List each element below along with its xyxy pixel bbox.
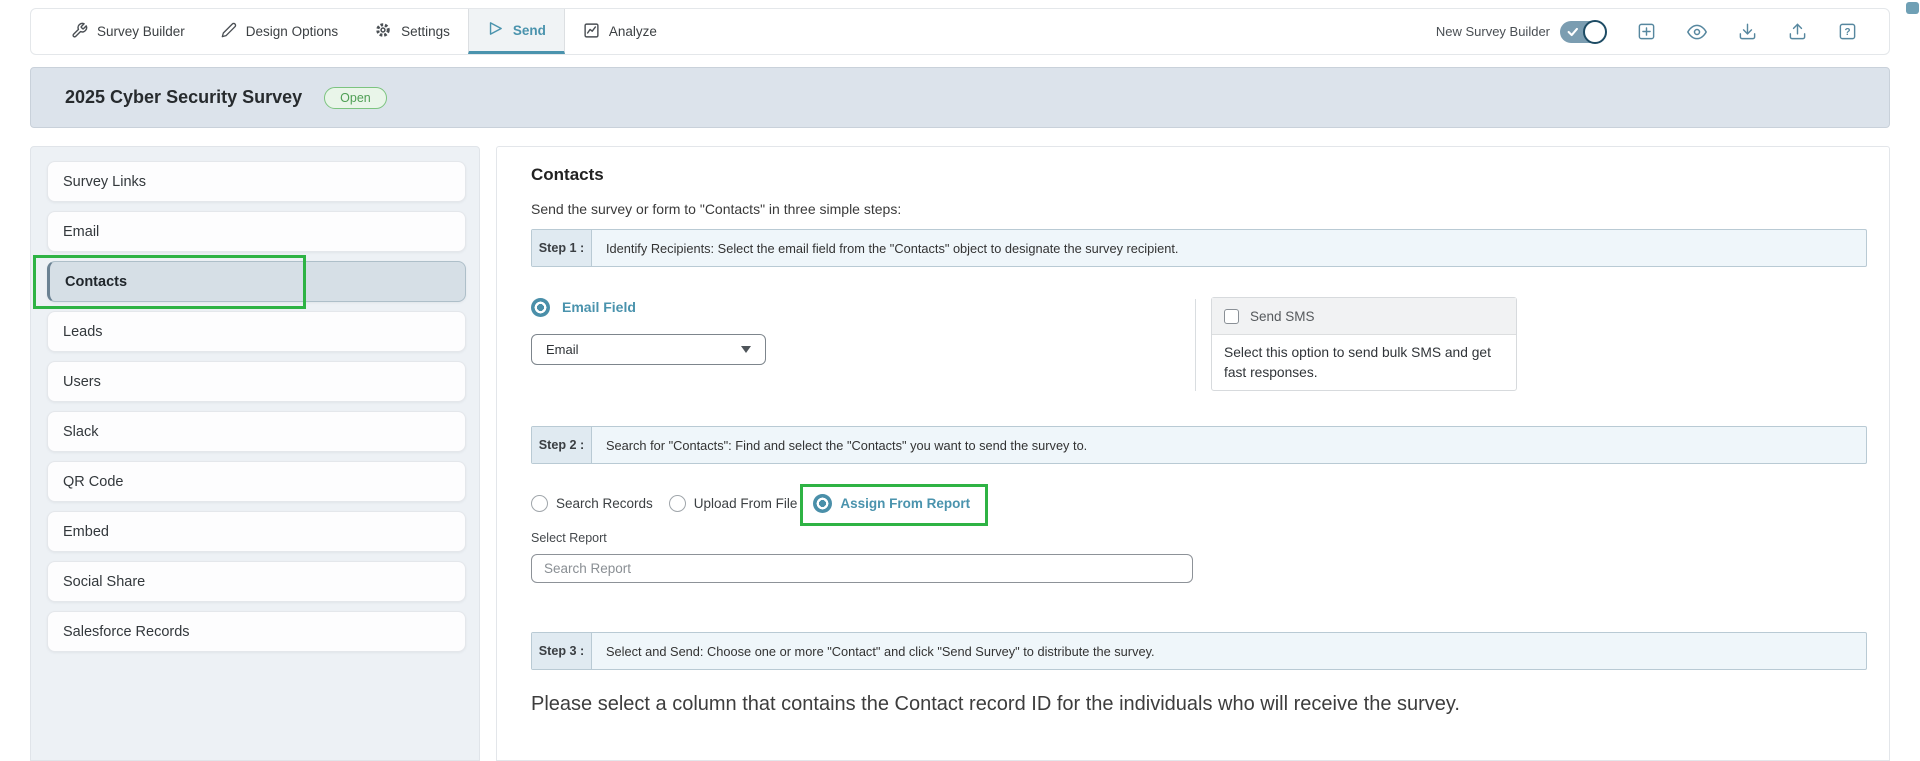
- tab-label: Analyze: [608, 24, 657, 39]
- tab-design-options[interactable]: Design Options: [203, 9, 356, 54]
- email-field-radio[interactable]: [531, 297, 550, 317]
- step-3-bar: Step 3 : Select and Send: Choose one or …: [531, 632, 1867, 670]
- email-field-option[interactable]: Email Field: [531, 295, 636, 319]
- scrollbar-thumb[interactable]: [1906, 2, 1919, 14]
- status-badge: Open: [324, 86, 387, 109]
- nav-actions: New Survey Builder ?: [1436, 9, 1889, 54]
- step-2-bar: Step 2 : Search for "Contacts": Find and…: [531, 426, 1867, 464]
- page: Survey Builder Design Options Settings S…: [0, 0, 1920, 761]
- sidebar-item-email[interactable]: Email: [47, 211, 466, 252]
- send-sms-header: Send SMS: [1212, 298, 1516, 335]
- send-sms-checkbox[interactable]: [1224, 308, 1239, 324]
- toggle-label: New Survey Builder: [1435, 24, 1550, 39]
- survey-title-bar: 2025 Cyber Security Survey Open: [30, 67, 1890, 128]
- step-2-text: Search for "Contacts": Find and select t…: [606, 437, 1088, 453]
- send-channels-sidebar: Survey Links Email Contacts Leads Users …: [30, 146, 480, 761]
- email-field-label: Email Field: [562, 299, 636, 315]
- tab-label: Send: [512, 22, 546, 38]
- top-nav: Survey Builder Design Options Settings S…: [30, 8, 1890, 55]
- step-3-text: Select and Send: Choose one or more "Con…: [606, 643, 1155, 659]
- sidebar-item-contacts[interactable]: Contacts: [47, 261, 466, 302]
- option-search-records[interactable]: Search Records: [531, 495, 653, 512]
- tab-send[interactable]: Send: [467, 9, 565, 54]
- select-column-message: Please select a column that contains the…: [531, 693, 1460, 715]
- wrench-icon: [71, 22, 88, 42]
- step-1-text: Identify Recipients: Select the email fi…: [606, 240, 1179, 256]
- check-icon: [1567, 27, 1578, 36]
- sidebar-item-salesforce-records[interactable]: Salesforce Records: [47, 611, 466, 652]
- preview-eye-icon[interactable]: [1687, 22, 1707, 42]
- option-label: Assign From Report: [840, 496, 971, 511]
- search-method-options: Search Records Upload From File Assign F…: [531, 494, 970, 513]
- send-sms-card: Send SMS Select this option to send bulk…: [1211, 297, 1517, 391]
- step-3-label: Step 3 :: [532, 633, 592, 669]
- add-icon[interactable]: [1637, 22, 1656, 41]
- sidebar-item-slack[interactable]: Slack: [47, 411, 466, 452]
- page-title: 2025 Cyber Security Survey: [65, 87, 303, 107]
- upload-from-file-radio[interactable]: [668, 495, 686, 512]
- chart-icon: [583, 22, 600, 42]
- tab-survey-builder[interactable]: Survey Builder: [53, 9, 203, 54]
- select-report-label: Select Report: [531, 531, 607, 545]
- dropdown-value: Email: [546, 342, 579, 357]
- panel-heading: Contacts: [531, 165, 604, 184]
- help-icon[interactable]: ?: [1838, 22, 1857, 41]
- sidebar-item-embed[interactable]: Embed: [47, 511, 466, 552]
- send-sms-label: Send SMS: [1250, 308, 1315, 324]
- step-2-label: Step 2 :: [532, 427, 592, 463]
- gear-icon: [374, 21, 392, 42]
- new-survey-builder-toggle[interactable]: [1560, 19, 1607, 44]
- export-icon[interactable]: [1788, 22, 1807, 41]
- send-icon: [487, 20, 504, 40]
- nav-tabs: Survey Builder Design Options Settings S…: [31, 9, 675, 54]
- contacts-panel: Contacts Send the survey or form to "Con…: [496, 146, 1890, 761]
- step-1-bar: Step 1 : Identify Recipients: Select the…: [531, 229, 1867, 267]
- sidebar-item-survey-links[interactable]: Survey Links: [47, 161, 466, 202]
- sidebar-item-users[interactable]: Users: [47, 361, 466, 402]
- search-records-radio[interactable]: [531, 495, 548, 512]
- tab-label: Settings: [401, 24, 450, 39]
- tab-settings[interactable]: Settings: [356, 9, 468, 54]
- sidebar-item-qr-code[interactable]: QR Code: [47, 461, 466, 502]
- send-sms-description: Select this option to send bulk SMS and …: [1224, 345, 1491, 380]
- tab-label: Survey Builder: [97, 24, 185, 39]
- tab-label: Design Options: [245, 24, 339, 39]
- panel-intro: Send the survey or form to "Contacts" in…: [531, 201, 902, 217]
- option-assign-from-report[interactable]: Assign From Report: [813, 494, 970, 513]
- option-upload-from-file[interactable]: Upload From File: [668, 495, 798, 512]
- section-divider: [1195, 299, 1196, 391]
- toggle-knob: [1583, 19, 1607, 44]
- tab-analyze[interactable]: Analyze: [565, 9, 675, 54]
- download-icon[interactable]: [1738, 22, 1757, 41]
- option-label: Search Records: [556, 496, 653, 511]
- step-1-label: Step 1 :: [532, 230, 592, 266]
- sidebar-item-social-share[interactable]: Social Share: [47, 561, 466, 602]
- svg-text:?: ?: [1844, 27, 1850, 38]
- search-report-field: [531, 554, 1193, 583]
- assign-from-report-radio[interactable]: [813, 494, 833, 513]
- search-report-input[interactable]: [531, 554, 1193, 583]
- option-label: Upload From File: [693, 496, 798, 511]
- email-field-dropdown[interactable]: Email: [531, 334, 766, 365]
- pen-icon: [221, 22, 237, 41]
- new-survey-builder-toggle-group: New Survey Builder: [1435, 19, 1607, 44]
- chevron-down-icon: [741, 346, 751, 353]
- sidebar-item-leads[interactable]: Leads: [47, 311, 466, 352]
